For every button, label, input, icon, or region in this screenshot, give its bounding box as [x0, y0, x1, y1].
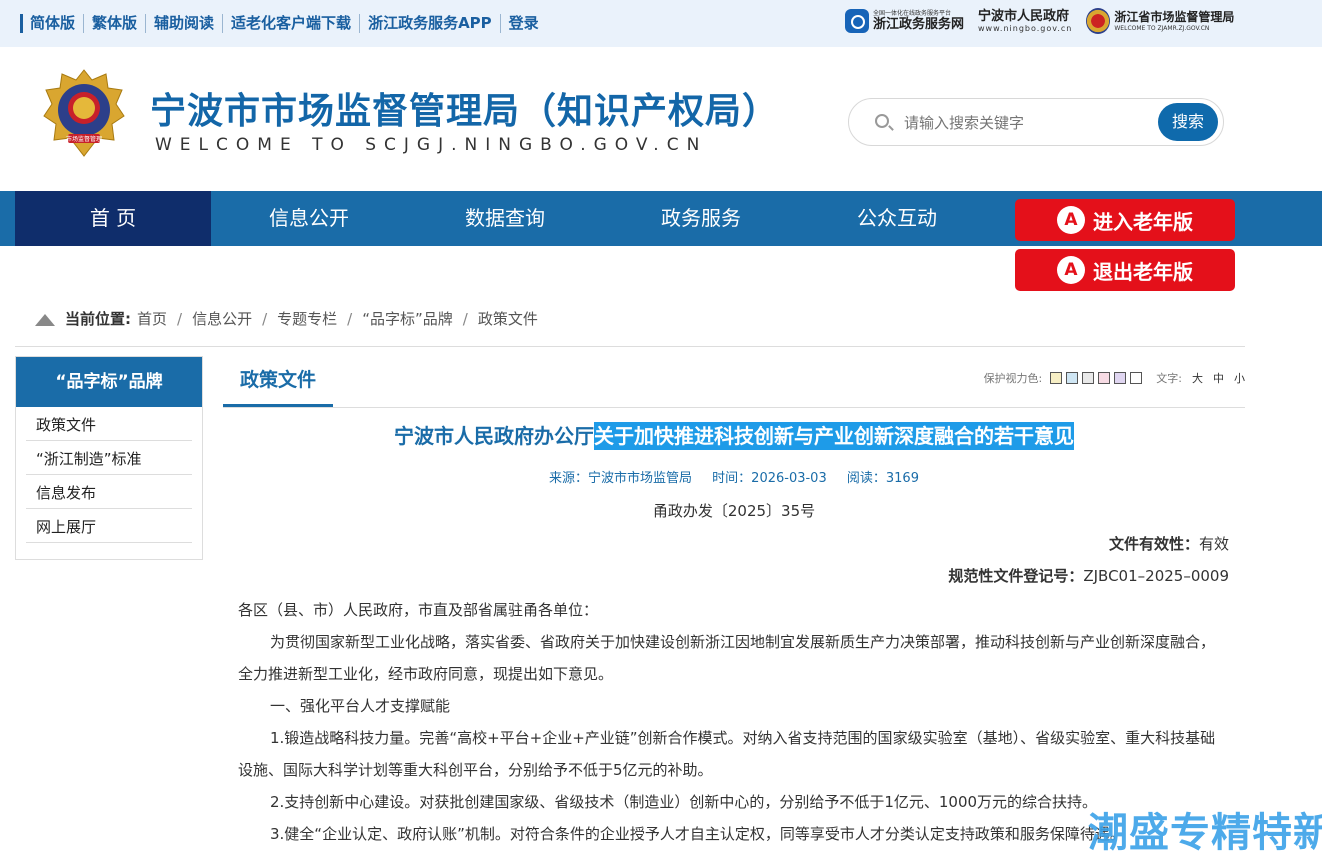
ningbo-gov-logo-url: www.ningbo.gov.cn [978, 24, 1073, 33]
search-input[interactable] [904, 111, 1144, 135]
color-swatch-white[interactable] [1130, 372, 1143, 384]
article-time: 时间：2026-03-03 [712, 471, 827, 486]
elder-mode-icon: A [1057, 206, 1085, 234]
breadcrumb-label: 当前位置: [65, 310, 131, 328]
exit-elder-mode-label: 退出老年版 [1093, 259, 1193, 284]
enter-elder-mode-label: 进入老年版 [1093, 209, 1193, 234]
search-button[interactable]: 搜索 [1158, 103, 1218, 141]
article-reads: 阅读：3169 [846, 471, 919, 486]
breadcrumb-special-topics[interactable]: 专题专栏 [277, 308, 337, 329]
zjzwfw-logo[interactable]: 全国一体化在线政务服务平台 浙江政务服务网 [845, 9, 964, 33]
elder-mode-icon: A [1057, 256, 1085, 284]
text-size-medium[interactable]: 中 [1213, 370, 1224, 386]
breadcrumb-info-disclosure[interactable]: 信息公开 [192, 308, 252, 329]
validity-label: 文件有效性： [1108, 535, 1199, 553]
breadcrumb: 当前位置: 首页 / 信息公开 / 专题专栏 / “品字标”品牌 / 政策文件 [35, 308, 538, 329]
top-links: 简体版 繁体版 辅助阅读 适老化客户端下载 浙江政务服务APP 登录 [20, 14, 547, 33]
ningbo-gov-logo-text: 宁波市人民政府 [978, 9, 1070, 24]
color-swatch-gray[interactable] [1082, 372, 1095, 384]
top-bar: 简体版 繁体版 辅助阅读 适老化客户端下载 浙江政务服务APP 登录 全国一体化… [0, 0, 1322, 47]
link-assisted-reading[interactable]: 辅助阅读 [145, 14, 222, 33]
market-supervision-emblem-icon: 市场监督管理 [43, 69, 125, 157]
link-zhejiang-app[interactable]: 浙江政务服务APP [359, 14, 500, 33]
text-size-large[interactable]: 大 [1192, 370, 1203, 386]
sidebar-title: “品字标”品牌 [16, 357, 202, 407]
enter-elder-mode-button[interactable]: A 进入老年版 [1015, 199, 1235, 241]
content-tab-row: 政策文件 保护视力色: 文字: 大 中 小 [223, 356, 1245, 408]
sidebar-item-policy-docs[interactable]: 政策文件 [26, 407, 192, 441]
article-paragraph: 各区（县、市）人民政府，市直及部省属驻甬各单位： [238, 601, 599, 619]
article-paragraph: 一、强化平台人才支撑赋能 [270, 697, 451, 715]
sidebar: “品字标”品牌 政策文件 “浙江制造”标准 信息发布 网上展厅 [15, 356, 203, 560]
nav-gov-services[interactable]: 政务服务 [603, 191, 799, 246]
eye-color-label: 保护视力色: [983, 372, 1043, 385]
color-swatch-purple[interactable] [1114, 372, 1127, 384]
color-swatch-blue[interactable] [1066, 372, 1079, 384]
divider [15, 346, 1245, 347]
zjzwfw-logo-text: 浙江政务服务网 [873, 17, 965, 32]
exit-elder-mode-button[interactable]: A 退出老年版 [1015, 249, 1235, 291]
text-size-label: 文字: [1156, 372, 1182, 385]
location-icon [35, 310, 55, 328]
link-simplified[interactable]: 简体版 [20, 14, 83, 33]
validity-value: 有效 [1198, 535, 1229, 553]
nav-public-interaction[interactable]: 公众互动 [799, 191, 995, 246]
tab-policy-docs[interactable]: 政策文件 [223, 356, 333, 407]
zjzwfw-icon [845, 9, 869, 33]
article-title: 宁波市人民政府办公厅关于加快推进科技创新与产业创新深度融合的若干意见 [223, 420, 1245, 450]
registration-label: 规范性文件登记号： [948, 567, 1084, 585]
breadcrumb-separator: / [177, 309, 183, 328]
sidebar-item-zhejiang-made-standard[interactable]: “浙江制造”标准 [26, 441, 192, 475]
article-source: 来源：宁波市市场监管局 [549, 471, 693, 486]
zjamr-logo[interactable]: 浙江省市场监督管理局 WELCOME TO ZJAMR.ZJ.GOV.CN [1086, 8, 1234, 34]
zjamr-logo-url: WELCOME TO ZJAMR.ZJ.GOV.CN [1114, 25, 1210, 32]
reading-tools: 保护视力色: 文字: 大 中 小 [984, 370, 1245, 386]
breadcrumb-separator: / [262, 309, 268, 328]
search-icon [875, 114, 889, 128]
zjamr-logo-text: 浙江省市场监督管理局 [1114, 10, 1235, 24]
breadcrumb-policy-docs[interactable]: 政策文件 [478, 308, 538, 329]
breadcrumb-home[interactable]: 首页 [137, 308, 167, 329]
article-title-highlight: 关于加快推进科技创新与产业创新深度融合的若干意见 [594, 422, 1074, 450]
sidebar-item-online-exhibition[interactable]: 网上展厅 [26, 509, 192, 543]
article-meta: 来源：宁波市市场监管局 时间：2026-03-03 阅读：3169 [223, 467, 1245, 486]
color-swatch-yellow[interactable] [1050, 372, 1063, 384]
document-validity: 文件有效性：有效 [1109, 533, 1229, 554]
search-box: 搜索 [848, 98, 1224, 146]
breadcrumb-separator: / [462, 309, 468, 328]
breadcrumb-brand[interactable]: “品字标”品牌 [362, 308, 453, 329]
nav-data-query[interactable]: 数据查询 [407, 191, 603, 246]
article-title-plain: 宁波市人民政府办公厅 [394, 424, 594, 448]
article-paragraph: 1.锻造战略科技力量。完善“高校+平台+企业+产业链”创新合作模式。对纳入省支持… [238, 729, 1216, 779]
sidebar-item-info-release[interactable]: 信息发布 [26, 475, 192, 509]
article-paragraph: 为贯彻国家新型工业化战略，落实省委、省政府关于加快建设创新浙江因地制宜发展新质生… [238, 633, 1216, 683]
site-subtitle: WELCOME TO SCJGJ.NINGBO.GOV.CN [155, 135, 708, 155]
nav-home[interactable]: 首 页 [15, 191, 211, 246]
text-size-small[interactable]: 小 [1234, 370, 1245, 386]
article-paragraph: 2.支持创新中心建设。对获批创建国家级、省级技术（制造业）创新中心的，分别给予不… [270, 793, 1098, 811]
registration-value: ZJBC01–2025–0009 [1083, 567, 1229, 585]
site-title: 宁波市市场监督管理局（知识产权局） [150, 91, 780, 132]
link-traditional[interactable]: 繁体版 [83, 14, 145, 33]
zjamr-emblem-icon [1086, 8, 1111, 34]
link-elder-client-download[interactable]: 适老化客户端下载 [222, 14, 359, 33]
document-number: 甬政办发〔2025〕35号 [652, 502, 816, 520]
ningbo-gov-logo[interactable]: 宁波市人民政府 www.ningbo.gov.cn [978, 9, 1072, 33]
nav-info-disclosure[interactable]: 信息公开 [211, 191, 407, 246]
color-swatch-pink[interactable] [1098, 372, 1111, 384]
breadcrumb-separator: / [347, 309, 353, 328]
partner-logos: 全国一体化在线政务服务平台 浙江政务服务网 宁波市人民政府 www.ningbo… [845, 8, 1234, 34]
link-login[interactable]: 登录 [499, 14, 547, 33]
emblem-text: 市场监督管理 [66, 135, 102, 143]
article-body: 各区（县、市）人民政府，市直及部省属驻甬各单位： 为贯彻国家新型工业化战略，落实… [238, 594, 1228, 850]
registration-number: 规范性文件登记号：ZJBC01–2025–0009 [948, 565, 1229, 586]
article-paragraph: 3.健全“企业认定、政府认账”机制。对符合条件的企业授予人才自主认定权，同等享受… [270, 825, 1125, 843]
zjzwfw-logo-small: 全国一体化在线政务服务平台 [873, 10, 952, 17]
watermark: 潮盛专精特新 [1088, 810, 1322, 856]
